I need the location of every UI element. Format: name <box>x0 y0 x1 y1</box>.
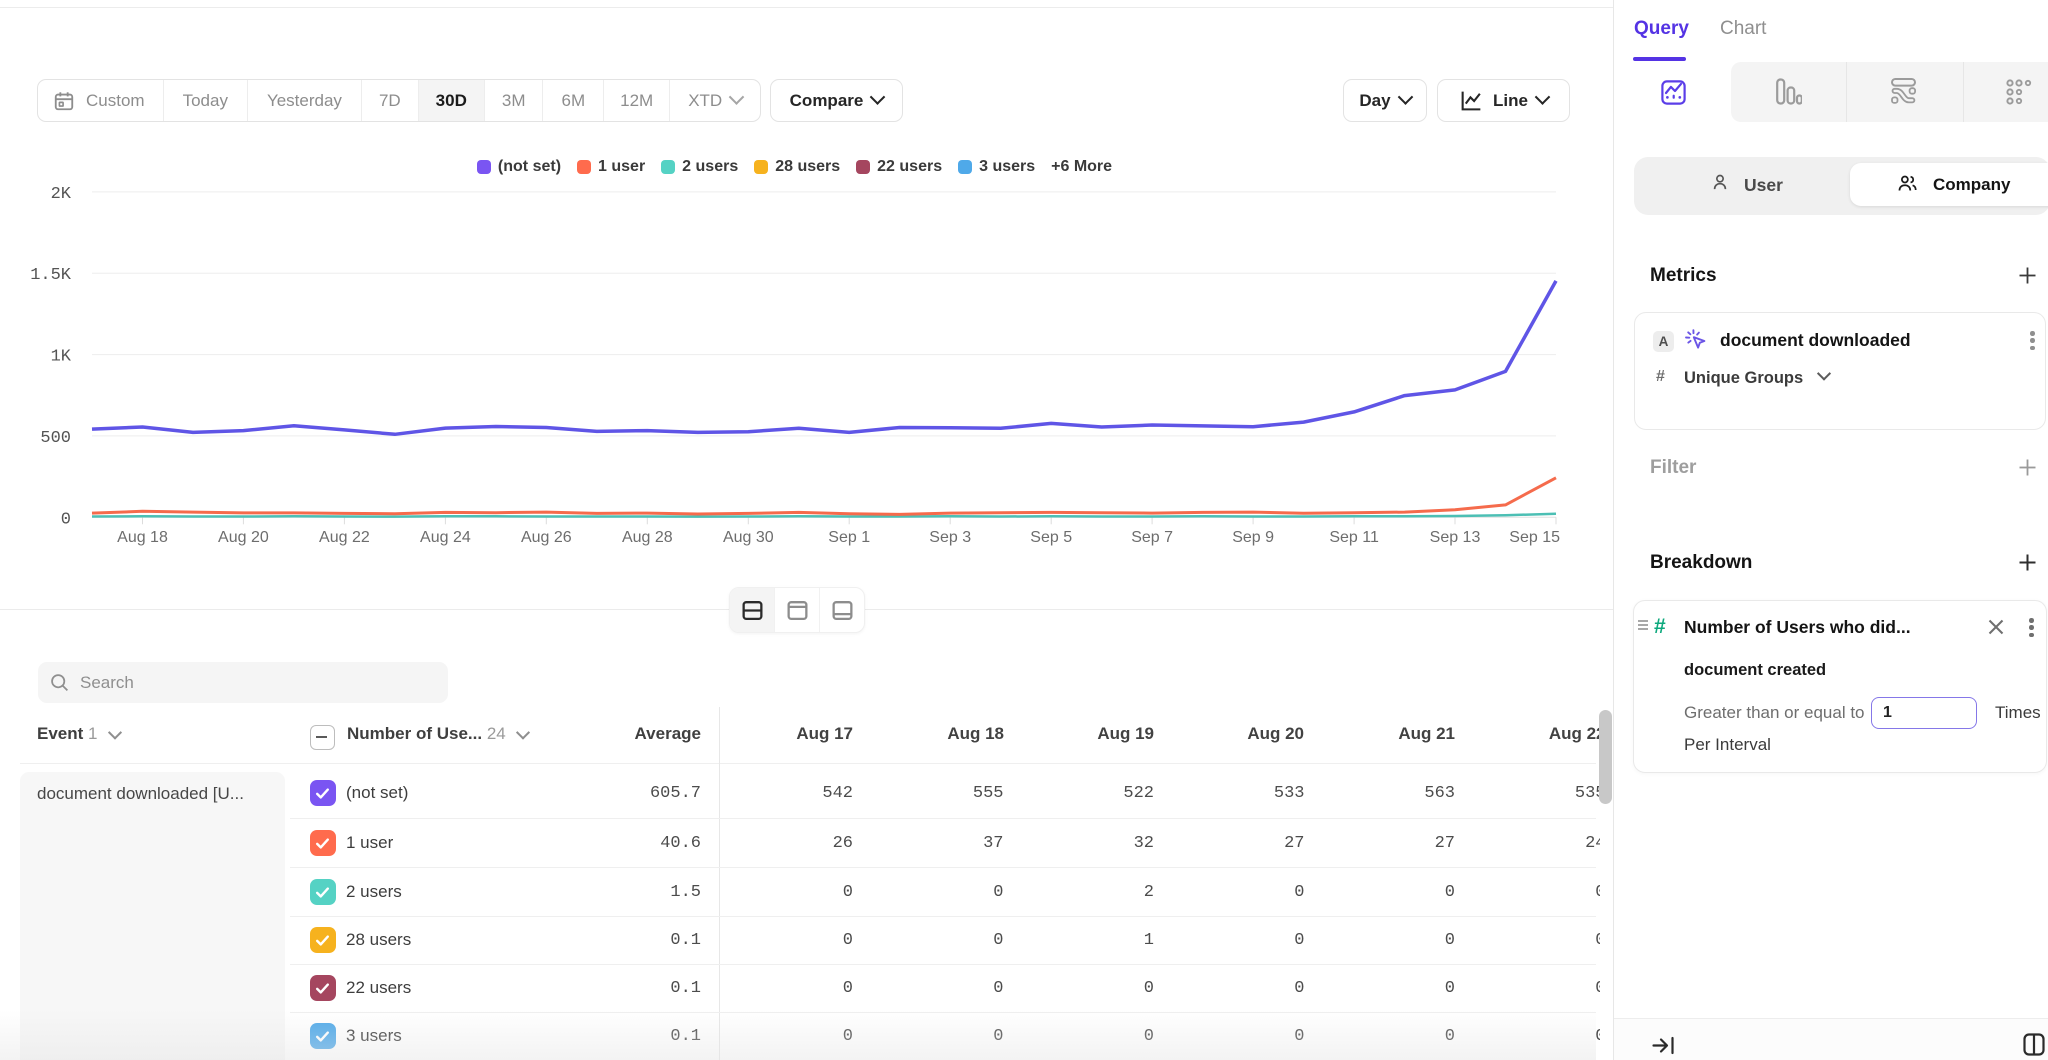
svg-text:Sep 13: Sep 13 <box>1430 529 1481 546</box>
svg-text:Aug 18: Aug 18 <box>117 529 168 546</box>
svg-text:Sep 7: Sep 7 <box>1131 529 1173 546</box>
svg-text:0: 0 <box>61 510 71 529</box>
svg-text:Aug 26: Aug 26 <box>521 529 572 546</box>
svg-text:Sep 9: Sep 9 <box>1232 529 1274 546</box>
svg-text:Sep 15: Sep 15 <box>1509 529 1560 546</box>
svg-text:Sep 1: Sep 1 <box>828 529 870 546</box>
svg-text:Aug 28: Aug 28 <box>622 529 673 546</box>
svg-text:Aug 22: Aug 22 <box>319 529 370 546</box>
svg-text:2K: 2K <box>51 185 72 204</box>
svg-text:Aug 20: Aug 20 <box>218 529 269 546</box>
svg-text:1K: 1K <box>51 348 72 367</box>
svg-text:Sep 3: Sep 3 <box>929 529 971 546</box>
svg-text:Aug 24: Aug 24 <box>420 529 471 546</box>
svg-text:1.5K: 1.5K <box>30 266 72 285</box>
svg-text:500: 500 <box>40 429 71 448</box>
svg-text:Sep 11: Sep 11 <box>1329 529 1379 546</box>
svg-text:Aug 30: Aug 30 <box>723 529 774 546</box>
svg-text:Sep 5: Sep 5 <box>1030 529 1072 546</box>
